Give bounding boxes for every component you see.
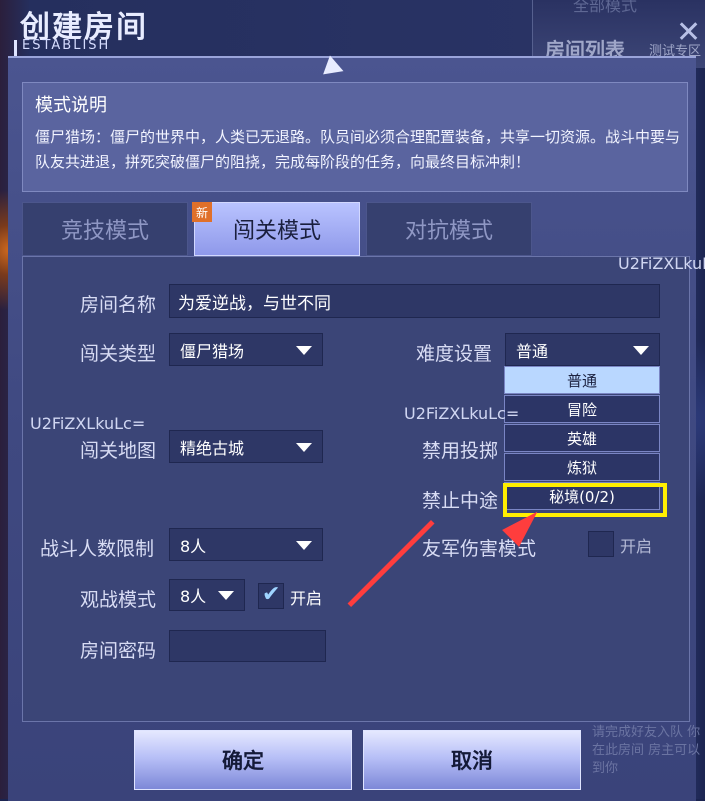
tab-competitive[interactable]: 竞技模式 — [22, 202, 188, 256]
map-select[interactable]: 精绝古城 — [169, 430, 323, 463]
map-value: 精绝古城 — [180, 438, 245, 458]
player-limit-label: 战斗人数限制 — [40, 538, 155, 560]
difficulty-option-hero[interactable]: 英雄 — [504, 424, 660, 452]
spectate-value: 8人 — [180, 587, 207, 606]
difficulty-value: 普通 — [516, 341, 549, 361]
tab-label: 对抗模式 — [404, 219, 493, 244]
room-name-label: 房间名称 — [80, 294, 157, 316]
chevron-down-icon — [296, 442, 312, 452]
password-input[interactable] — [169, 630, 326, 662]
difficulty-option-purgatory[interactable]: 炼狱 — [504, 453, 660, 481]
chevron-down-icon — [218, 591, 234, 600]
level-type-select[interactable]: 僵尸猎场 — [169, 333, 323, 366]
map-label: 闯关地图 — [80, 440, 157, 462]
cancel-button-label: 取消 — [451, 749, 493, 773]
page-subtitle: ESTABLISH — [22, 38, 111, 53]
mode-description-text: 僵尸猎场：僵尸的世界中，人类已无退路。队员间必须合理配置装备，共享一切资源。战斗… — [35, 128, 681, 171]
password-label: 房间密码 — [80, 640, 157, 662]
tab-label: 竞技模式 — [60, 219, 149, 244]
room-name-input[interactable]: 为爱逆战，与世不同 — [169, 284, 660, 318]
difficulty-select[interactable]: 普通 — [505, 333, 660, 366]
confirm-button-label: 确定 — [222, 749, 264, 773]
tab-challenge[interactable]: 闯关模式 — [194, 202, 360, 256]
spectate-label: 观战模式 — [80, 589, 157, 611]
room-name-value: 为爱逆战，与世不同 — [178, 293, 331, 314]
checkmark-icon: ✔ — [262, 582, 281, 607]
watermark: U2FiZXLkuLc= — [618, 254, 705, 273]
friendly-fire-check-label: 开启 — [620, 537, 653, 556]
level-type-value: 僵尸猎场 — [180, 341, 245, 361]
difficulty-option-normal[interactable]: 普通 — [504, 366, 660, 394]
cancel-button[interactable]: 取消 — [363, 730, 581, 790]
new-badge: 新 — [192, 202, 212, 222]
tab-label: 闯关模式 — [232, 219, 321, 244]
chevron-down-icon — [296, 345, 312, 355]
chevron-down-icon — [633, 345, 649, 355]
player-limit-value: 8人 — [180, 536, 207, 556]
spectate-select[interactable]: 8人 — [169, 579, 245, 611]
chevron-down-icon — [296, 540, 312, 550]
ban-midway-label: 禁止中途 — [422, 490, 499, 512]
mode-description-title: 模式说明 — [35, 95, 107, 116]
level-type-label: 闯关类型 — [80, 343, 157, 365]
background-ghost-text: 全部模式 — [573, 0, 638, 15]
watermark: U2FiZXLkuLc= — [404, 404, 520, 423]
background-notice-text: 请完成好友入队 你在此房间 房主可以到你 — [592, 725, 701, 776]
watermark: U2FiZXLkuLc= — [30, 414, 146, 433]
tab-versus[interactable]: 对抗模式 — [366, 202, 532, 256]
difficulty-label: 难度设置 — [416, 343, 493, 365]
difficulty-option-adventure[interactable]: 冒险 — [504, 395, 660, 423]
confirm-button[interactable]: 确定 — [134, 730, 352, 790]
player-limit-select[interactable]: 8人 — [169, 528, 323, 561]
ban-throw-label: 禁用投掷 — [422, 440, 499, 462]
spectate-check-label: 开启 — [290, 589, 323, 608]
spectate-checkbox[interactable]: ✔ — [258, 582, 284, 609]
friendly-fire-checkbox[interactable] — [588, 531, 614, 557]
close-icon[interactable]: ✕ — [676, 18, 701, 48]
mode-description-box: 模式说明 僵尸猎场：僵尸的世界中，人类已无退路。队员间必须合理配置装备，共享一切… — [22, 82, 688, 192]
